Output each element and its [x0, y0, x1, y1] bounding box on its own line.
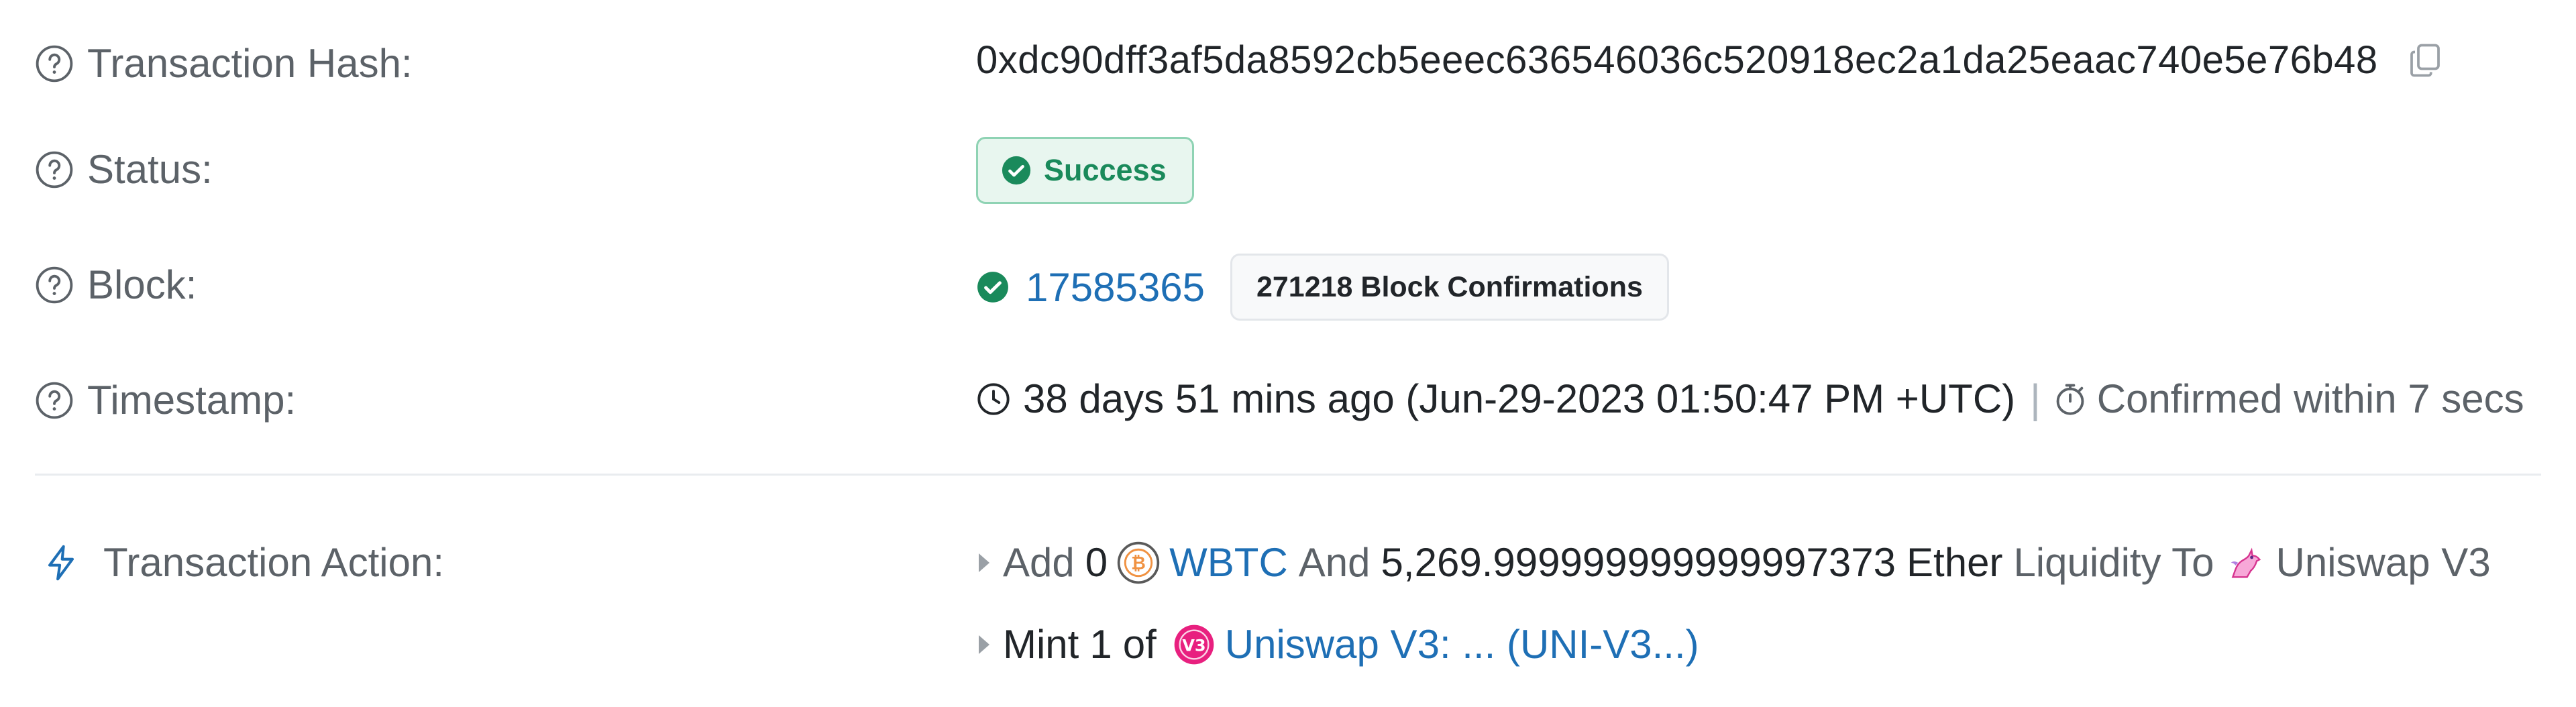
timestamp-confirmed: Confirmed within 7 secs	[2096, 376, 2524, 421]
svg-text:V3: V3	[1182, 636, 1205, 655]
status-label: Status:	[87, 147, 213, 192]
action-and: And	[1298, 540, 1371, 585]
uniswap-v3-nft-link[interactable]: Uniswap V3: ... (UNI-V3...)	[1225, 621, 1699, 667]
copy-icon[interactable]	[2405, 40, 2445, 80]
timestamp-separator: |	[2030, 376, 2041, 421]
action-add-amount: 0	[1085, 540, 1108, 585]
status-value-wrap: Success	[976, 137, 1194, 204]
timestamp-value-wrap: 38 days 51 mins ago (Jun-29-2023 01:50:4…	[976, 376, 2524, 422]
help-icon[interactable]	[35, 381, 74, 420]
block-number-group: 17585365	[976, 264, 1205, 311]
action-mint-count: 1	[1089, 622, 1112, 667]
caret-right-icon[interactable]	[976, 551, 992, 575]
action-ether-amount: 5,269.999999999999997373	[1381, 540, 1896, 585]
clock-icon	[977, 382, 1010, 415]
wbtc-token-link[interactable]: WBTC	[1169, 539, 1288, 586]
timestamp-label: Timestamp:	[87, 378, 297, 423]
block-confirmations-badge: 271218 Block Confirmations	[1230, 254, 1669, 321]
transaction-hash-label: Transaction Hash:	[87, 41, 413, 86]
block-number-link[interactable]: 17585365	[1026, 264, 1205, 311]
action-line-2: Mint 1 of V3 Uniswap V3: ... (UNI-V3...)	[976, 621, 1699, 667]
lightning-icon	[48, 545, 74, 580]
transaction-action-label: Transaction Action:	[103, 540, 445, 585]
status-badge: Success	[976, 137, 1194, 204]
help-icon[interactable]	[35, 266, 74, 305]
action-add: Add	[1003, 540, 1075, 585]
timestamp-label-wrap: Timestamp:	[35, 377, 296, 423]
uniswap-v3-text: Uniswap V3	[2275, 540, 2491, 585]
action-of: of	[1122, 622, 1157, 667]
check-circle-icon	[977, 272, 1008, 303]
help-icon[interactable]	[35, 150, 74, 189]
action-liquidity-to: Liquidity To	[2013, 540, 2214, 585]
check-circle-icon	[1002, 156, 1031, 185]
action-ether: Ether	[1907, 540, 2003, 585]
transaction-action-label-wrap: Transaction Action:	[42, 539, 444, 586]
status-label-wrap: Status:	[35, 146, 213, 193]
transaction-hash-label-wrap: Transaction Hash:	[35, 40, 413, 87]
action-mint: Mint	[1003, 622, 1079, 667]
block-label: Block:	[87, 262, 197, 307]
uniswap-v3-nft-icon: V3	[1174, 624, 1214, 664]
uniswap-unicorn-icon	[2231, 547, 2261, 578]
transaction-hash-value[interactable]: 0xdc90dff3af5da8592cb5eeec636546036c5209…	[976, 38, 2378, 83]
block-value-wrap: 17585365 271218 Block Confirmations	[976, 254, 1669, 321]
block-label-wrap: Block:	[35, 262, 197, 308]
timestamp-relative: 38 days 51 mins ago (Jun-29-2023 01:50:4…	[1023, 376, 2016, 421]
status-text: Success	[1044, 153, 1167, 187]
caret-right-icon[interactable]	[976, 633, 992, 657]
action-line-1: Add 0 ₿ WBTC And 5,269.99999999999999737…	[976, 539, 2491, 586]
section-divider	[35, 474, 2541, 476]
svg-text:₿: ₿	[1131, 553, 1146, 574]
help-icon[interactable]	[35, 44, 74, 83]
stopwatch-icon	[2056, 383, 2084, 415]
transaction-hash-value-wrap: 0xdc90dff3af5da8592cb5eeec636546036c5209…	[976, 38, 2445, 83]
wbtc-token-icon: ₿	[1117, 541, 1160, 584]
